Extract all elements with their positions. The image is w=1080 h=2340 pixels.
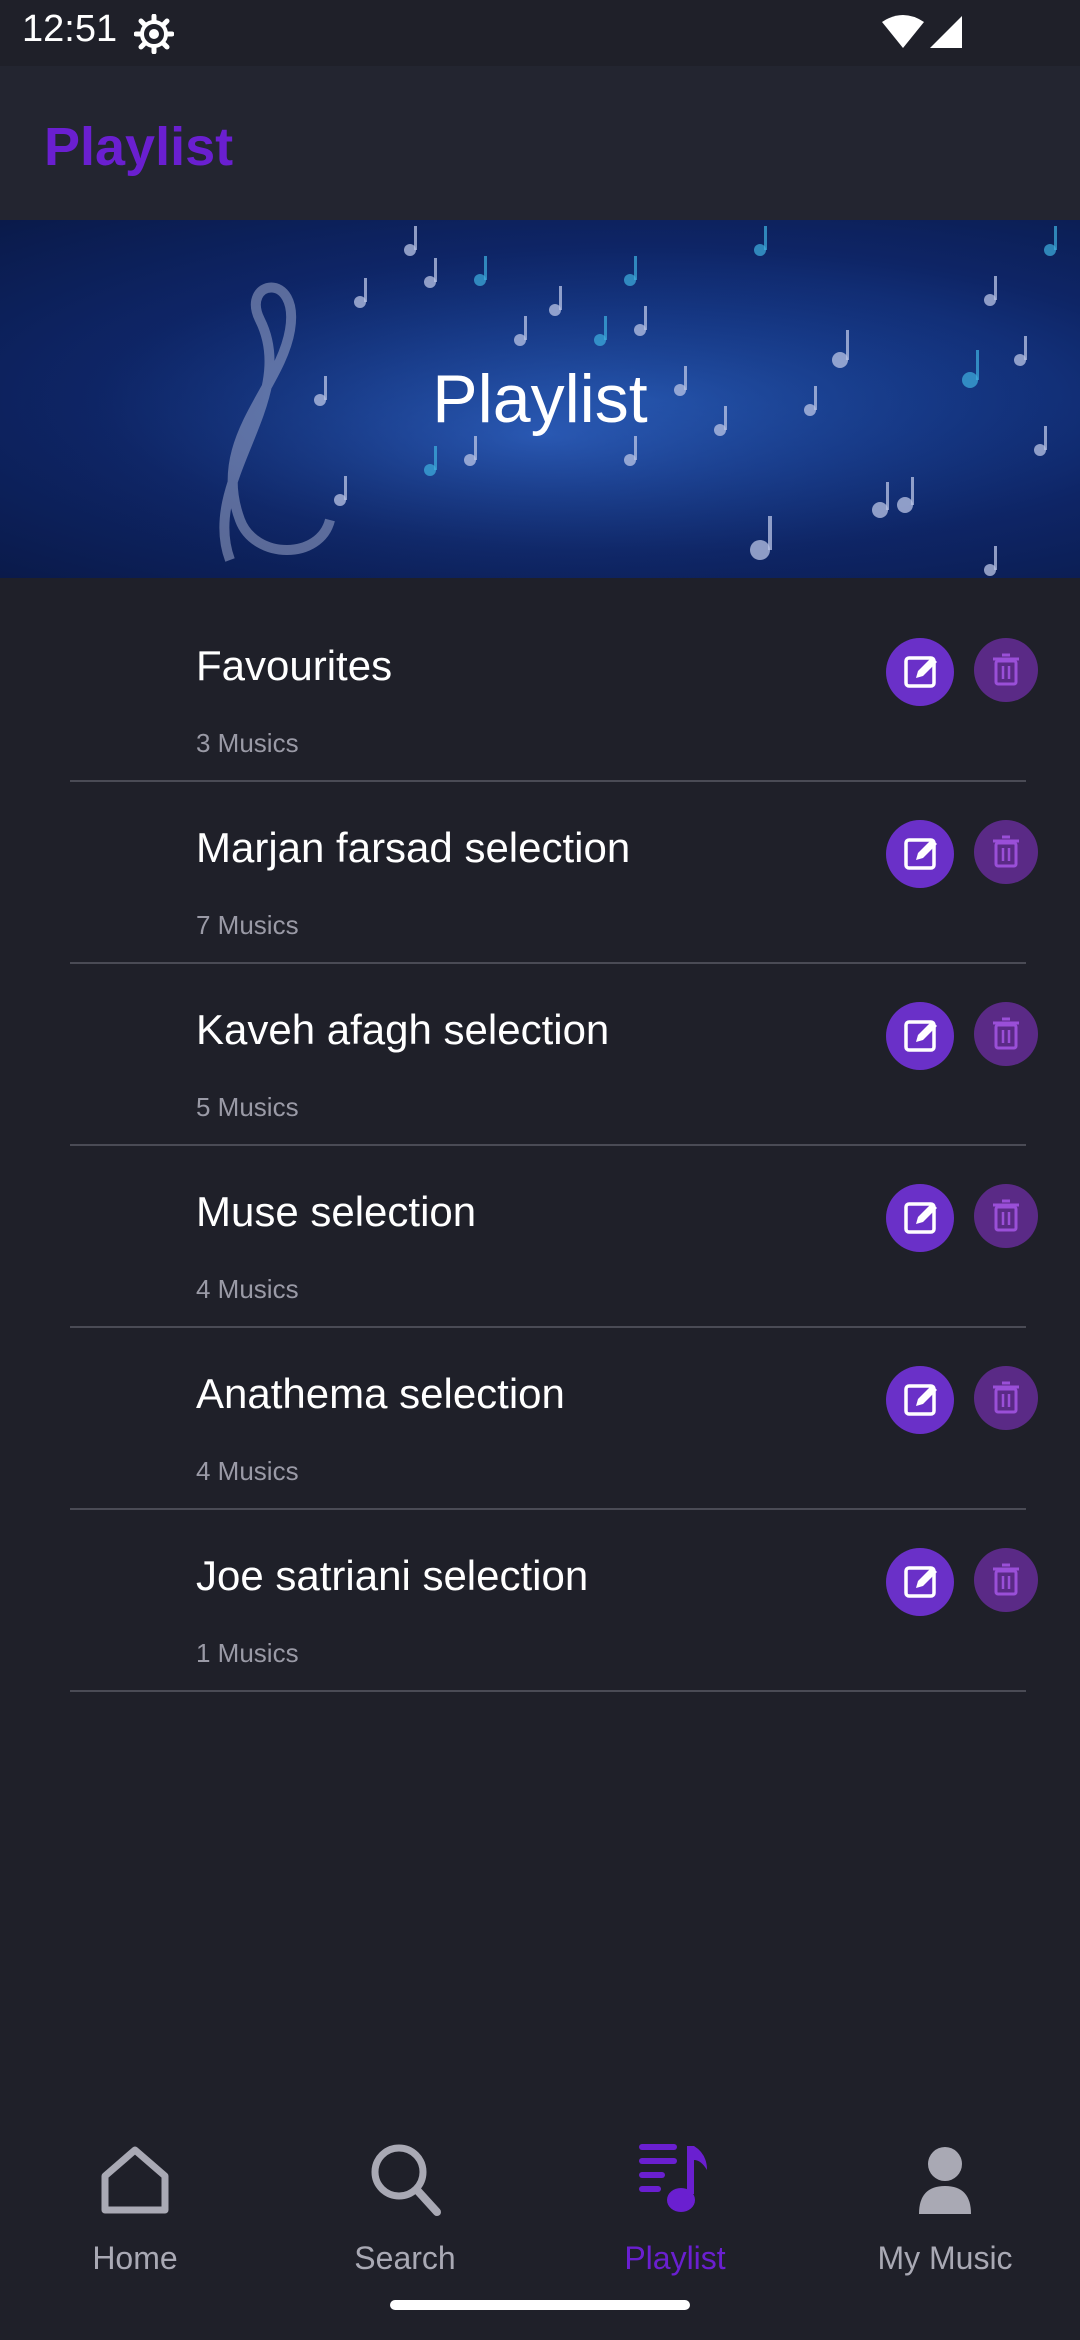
trash-icon — [993, 835, 1019, 868]
nav-my-music[interactable]: My Music — [810, 2140, 1080, 2280]
trash-icon — [993, 653, 1019, 686]
edit-playlist-button[interactable] — [886, 1184, 954, 1252]
nav-home-label: Home — [92, 2240, 178, 2276]
status-bar: 12:51 — [0, 0, 1080, 66]
app-bar-title: Playlist — [44, 117, 234, 177]
edit-icon — [904, 838, 937, 870]
playlist-banner: Playlist — [0, 220, 1080, 578]
playlist-row[interactable]: Joe satriani selection 1 Musics — [0, 1510, 1080, 1692]
delete-playlist-button[interactable] — [974, 638, 1038, 702]
playlist-row[interactable]: Favourites 3 Musics — [0, 600, 1080, 782]
delete-playlist-button[interactable] — [974, 820, 1038, 884]
playlist-name: Marjan farsad selection — [196, 824, 631, 871]
trash-icon — [993, 1563, 1019, 1596]
home-indicator[interactable] — [390, 2300, 690, 2310]
cell-signal-icon — [928, 14, 964, 50]
nav-search[interactable]: Search — [270, 2140, 540, 2280]
playlist-row[interactable]: Anathema selection 4 Musics — [0, 1328, 1080, 1510]
nav-search-label: Search — [354, 2240, 456, 2276]
playlist-row[interactable]: Muse selection 4 Musics — [0, 1146, 1080, 1328]
playlist-count: 3 Musics — [196, 728, 299, 758]
settings-gear-icon — [133, 13, 175, 55]
edit-playlist-button[interactable] — [886, 1002, 954, 1070]
playlist-name: Anathema selection — [196, 1370, 565, 1417]
status-time: 12:51 — [22, 8, 118, 50]
playlist-name: Muse selection — [196, 1188, 477, 1235]
edit-icon — [904, 656, 937, 688]
trash-icon — [993, 1381, 1019, 1414]
playlist-count: 1 Musics — [196, 1638, 299, 1668]
delete-playlist-button[interactable] — [974, 1002, 1038, 1066]
home-icon — [101, 2146, 169, 2214]
playlist-count: 5 Musics — [196, 1092, 299, 1122]
banner-title: Playlist — [432, 361, 648, 437]
search-icon — [371, 2144, 441, 2216]
nav-home[interactable]: Home — [0, 2140, 270, 2280]
delete-playlist-button[interactable] — [974, 1548, 1038, 1612]
edit-icon — [904, 1384, 937, 1416]
playlist-name: Favourites — [196, 642, 393, 689]
trash-icon — [993, 1199, 1019, 1232]
wifi-icon — [880, 14, 926, 50]
edit-icon — [904, 1020, 937, 1052]
delete-playlist-button[interactable] — [974, 1366, 1038, 1430]
row-divider — [70, 1690, 1026, 1692]
playlist-count: 4 Musics — [196, 1274, 299, 1304]
playlist-name: Kaveh afagh selection — [196, 1006, 610, 1053]
edit-playlist-button[interactable] — [886, 1548, 954, 1616]
playlist-row[interactable]: Kaveh afagh selection 5 Musics — [0, 964, 1080, 1146]
delete-playlist-button[interactable] — [974, 1184, 1038, 1248]
playlist-name: Joe satriani selection — [196, 1552, 589, 1599]
app-bar: Playlist — [0, 66, 1080, 220]
edit-playlist-button[interactable] — [886, 638, 954, 706]
edit-icon — [904, 1202, 937, 1234]
trash-icon — [993, 1017, 1019, 1050]
person-icon — [919, 2147, 971, 2214]
playlist-row[interactable]: Marjan farsad selection 7 Musics — [0, 782, 1080, 964]
playlist-count: 7 Musics — [196, 910, 299, 940]
edit-playlist-button[interactable] — [886, 820, 954, 888]
nav-playlist[interactable]: Playlist — [540, 2140, 810, 2280]
nav-my-music-label: My Music — [877, 2240, 1013, 2276]
edit-icon — [904, 1566, 937, 1598]
edit-playlist-button[interactable] — [886, 1366, 954, 1434]
playlist-count: 4 Musics — [196, 1456, 299, 1486]
playlist-icon — [639, 2144, 707, 2212]
nav-playlist-label: Playlist — [624, 2240, 726, 2276]
